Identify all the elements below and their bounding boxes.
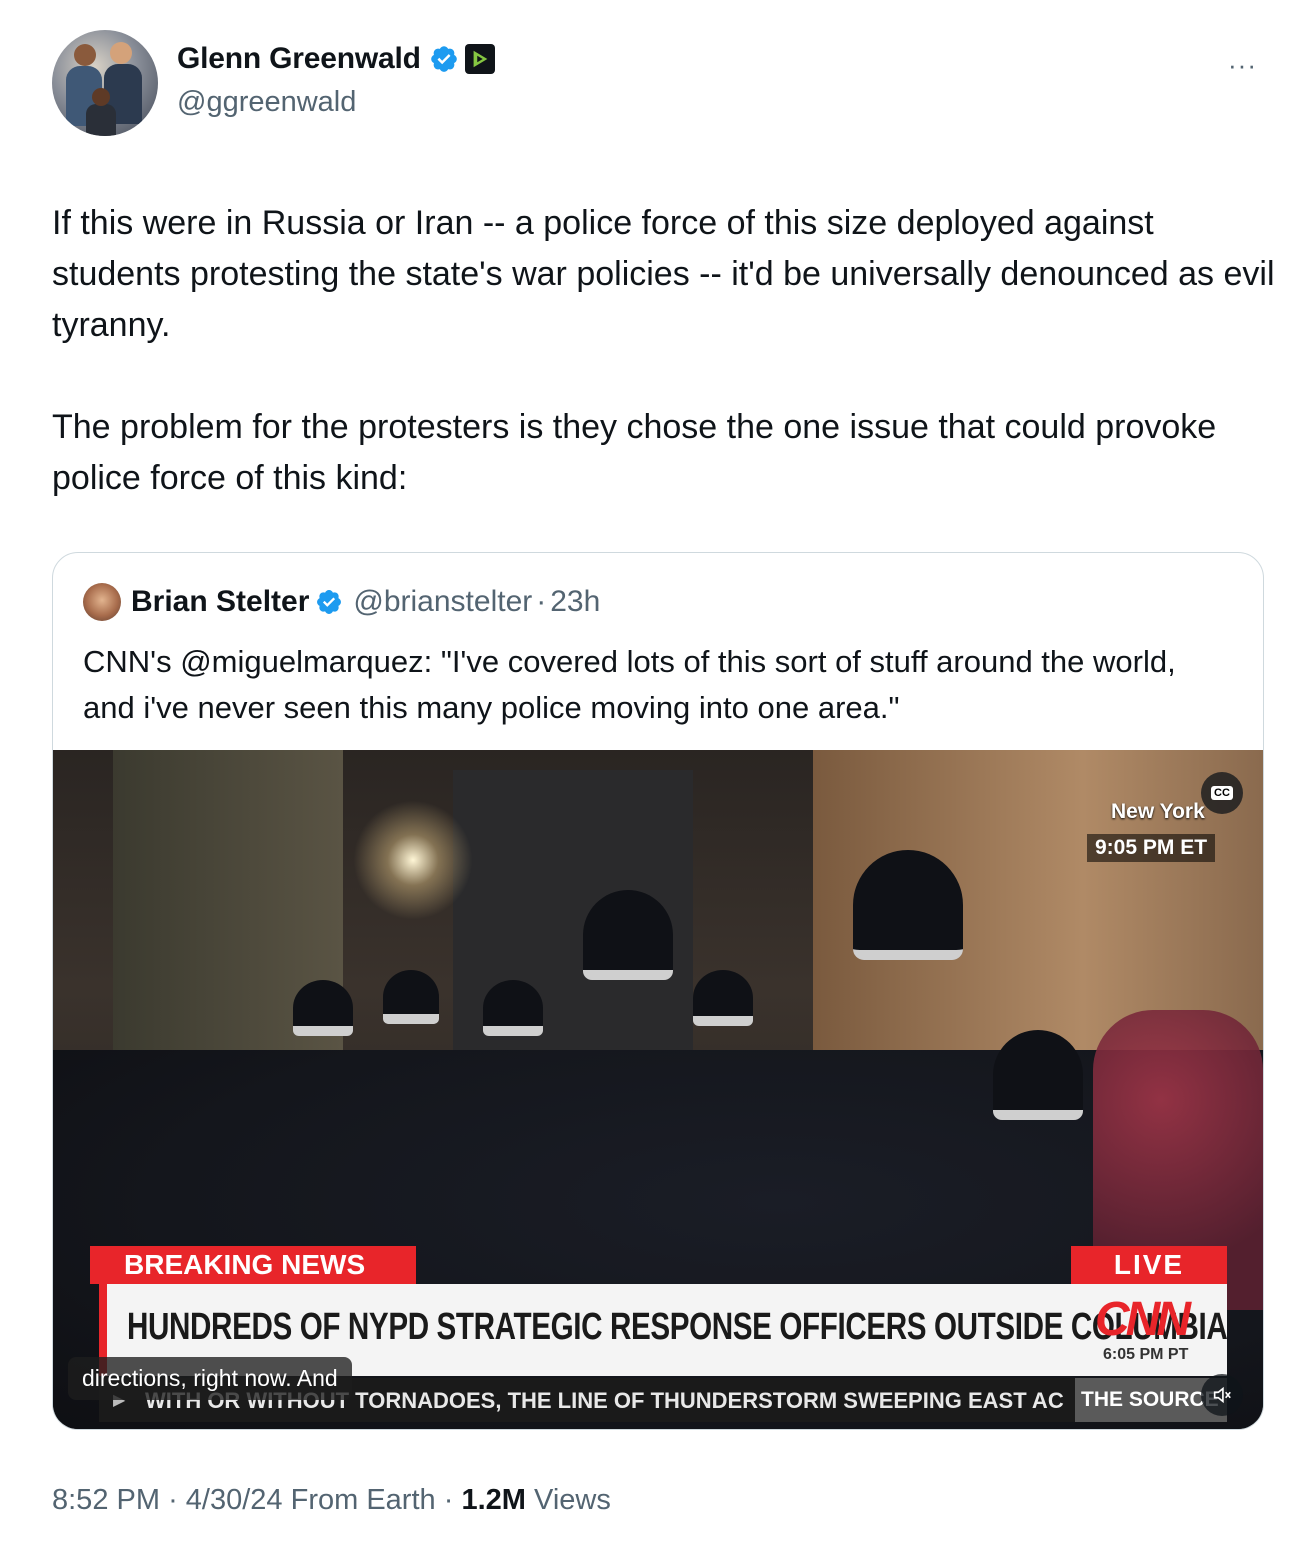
separator-dot: · xyxy=(536,585,547,618)
quoted-author-name[interactable]: Brian Stelter xyxy=(131,585,309,619)
tweet-paragraph: If this were in Russia or Iran -- a poli… xyxy=(52,204,1275,344)
network-time: 6:05 PM PT xyxy=(1103,1346,1189,1363)
quoted-tweet-time[interactable]: 23h xyxy=(550,585,600,619)
tweet-date[interactable]: 4/30/24 xyxy=(186,1484,283,1516)
separator-dot: · xyxy=(443,1484,454,1516)
separator-dot: · xyxy=(168,1484,178,1516)
quoted-tweet-header: Brian Stelter @brianstelter · 23h xyxy=(83,583,600,621)
verified-badge-icon[interactable] xyxy=(315,588,343,616)
location-label: New York xyxy=(1111,800,1205,823)
quoted-author-handle[interactable]: @brianstelter xyxy=(353,585,532,619)
author-name-row: Glenn Greenwald xyxy=(177,42,495,76)
views-count[interactable]: 1.2M xyxy=(461,1484,525,1516)
views-label: Views xyxy=(534,1484,611,1516)
video-caption: directions, right now. And xyxy=(68,1357,352,1400)
quoted-tweet-text: CNN's @miguelmarquez: "I've covered lots… xyxy=(83,644,1176,725)
rumble-play-icon[interactable] xyxy=(464,44,495,74)
closed-captions-icon[interactable]: CC xyxy=(1201,772,1243,814)
tweet-source: From Earth xyxy=(290,1484,436,1516)
quoted-tweet-card[interactable]: Brian Stelter @brianstelter · 23h CNN's … xyxy=(52,552,1264,1430)
more-options-icon[interactable]: ··· xyxy=(1228,50,1257,81)
tweet-body: If this were in Russia or Iran -- a poli… xyxy=(52,198,1282,504)
live-badge: LIVE xyxy=(1071,1246,1227,1284)
mute-icon[interactable] xyxy=(1201,1374,1243,1416)
tweet-time[interactable]: 8:52 PM xyxy=(52,1484,160,1516)
author-handle[interactable]: @ggreenwald xyxy=(177,86,356,119)
verified-badge-icon[interactable] xyxy=(429,44,459,74)
chyron-headline: HUNDREDS OF NYPD STRATEGIC RESPONSE OFFI… xyxy=(127,1306,1228,1348)
author-name[interactable]: Glenn Greenwald xyxy=(177,42,421,76)
location-time: 9:05 PM ET xyxy=(1087,834,1216,862)
breaking-news-banner: BREAKING NEWS xyxy=(90,1246,416,1284)
author-avatar[interactable] xyxy=(52,30,158,136)
tweet-meta: 8:52 PM · 4/30/24 From Earth · 1.2M View… xyxy=(52,1484,611,1517)
quoted-author-avatar[interactable] xyxy=(83,583,121,621)
tweet-paragraph: The problem for the protesters is they c… xyxy=(52,408,1217,497)
video-player[interactable]: CC New York 9:05 PM ET BREAKING NEWS LIV… xyxy=(53,750,1263,1429)
cnn-logo: CNN xyxy=(1095,1293,1191,1346)
video-scene-streetlight xyxy=(353,800,473,920)
